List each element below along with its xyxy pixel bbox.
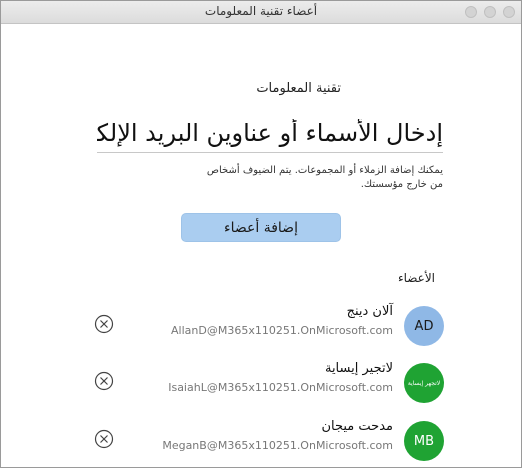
avatar: MB bbox=[404, 421, 444, 461]
close-circle-icon[interactable] bbox=[94, 314, 114, 334]
member-name: لاتجير إيساية bbox=[324, 361, 393, 376]
member-email: AllanD@M365x110251.OnMicrosoft.com bbox=[171, 324, 393, 337]
avatar: AD bbox=[404, 306, 444, 346]
hint-line-2: من خارج مؤسستك. bbox=[360, 179, 443, 190]
add-members-button[interactable]: إضافة أعضاء bbox=[181, 213, 341, 242]
member-row: لاتجهر إيساية لاتجير إيساية IsaiahL@M365… bbox=[1, 361, 521, 411]
member-name: مدحت ميجان bbox=[321, 419, 393, 434]
avatar: لاتجهر إيساية bbox=[404, 363, 444, 403]
member-email: MeganB@M365x110251.OnMicrosoft.com bbox=[162, 439, 393, 452]
members-section-label: الأعضاء bbox=[397, 271, 435, 285]
member-row: AD آلان دينج AllanD@M365x110251.OnMicros… bbox=[1, 304, 521, 354]
close-circle-icon[interactable] bbox=[94, 371, 114, 391]
member-name: آلان دينج bbox=[346, 304, 393, 319]
hint-line-1: يمكنك إضافة الزملاء أو المجموعات. يتم ال… bbox=[206, 165, 443, 176]
add-members-dialog: أعضاء تقنية المعلومات تقنية المعلومات يم… bbox=[0, 0, 522, 468]
title-bar: أعضاء تقنية المعلومات bbox=[1, 1, 521, 24]
member-email: IsaiahL@M365x110251.OnMicrosoft.com bbox=[168, 381, 393, 394]
add-members-hint: يمكنك إضافة الزملاء أو المجموعات. يتم ال… bbox=[143, 164, 443, 192]
member-row: MB مدحت ميجان MeganB@M365x110251.OnMicro… bbox=[1, 419, 521, 467]
group-heading: تقنية المعلومات bbox=[256, 81, 341, 96]
close-circle-icon[interactable] bbox=[94, 429, 114, 449]
window-title: أعضاء تقنية المعلومات bbox=[204, 4, 318, 18]
members-search-input[interactable] bbox=[97, 114, 443, 153]
